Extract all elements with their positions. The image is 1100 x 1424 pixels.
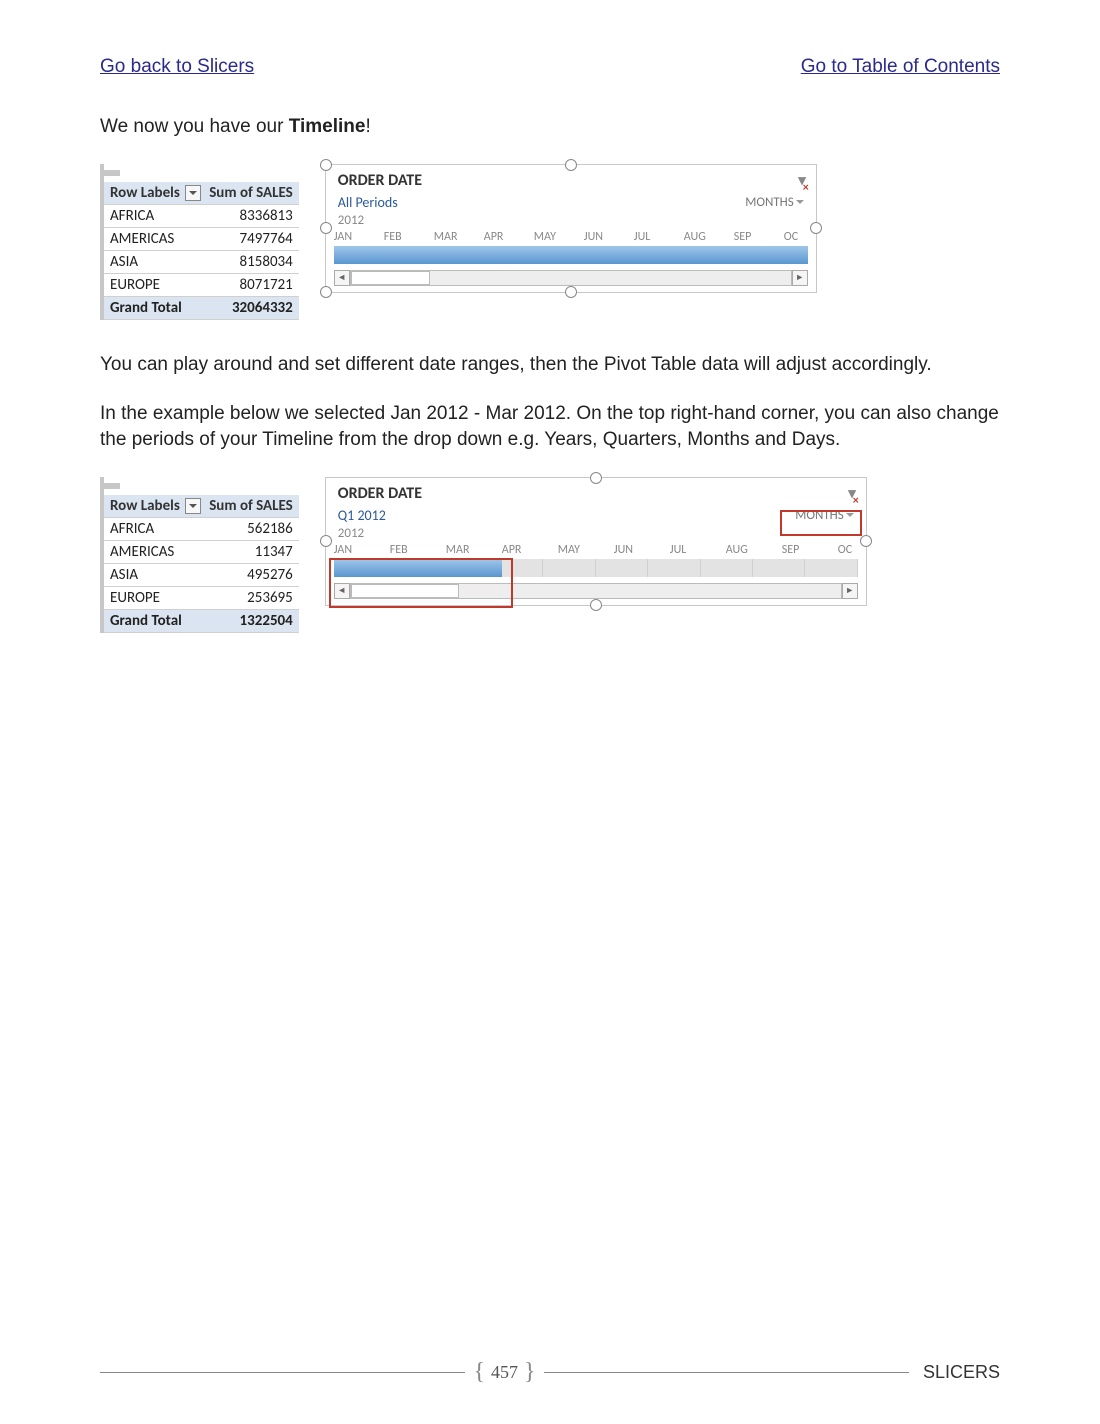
chevron-down-icon [846,513,854,521]
timeline1-selection[interactable] [334,246,808,264]
pivot-table-2: Row Labels Sum of SALES AFRICA562186 AME… [100,477,299,633]
pivot1-val: 8336813 [203,204,299,227]
pivot1-total-label: Grand Total [104,296,203,319]
timeline1-units-dropdown[interactable]: MONTHS [745,194,804,211]
footer-section: SLICERS [909,1362,1000,1383]
scroll-left-button[interactable]: ◄ [334,583,350,599]
timeline1-track[interactable] [334,246,808,264]
pivot1-col1: Row Labels [104,182,203,205]
clear-filter-icon[interactable]: ▾× [798,171,806,190]
pivot1-row: ASIA [104,250,203,273]
para2: You can play around and set different da… [100,352,1000,378]
chevron-down-icon [796,200,804,208]
timeline2-units-dropdown[interactable]: MONTHS [795,507,854,524]
pivot2-total-value: 1322504 [203,609,299,632]
timeline1-month-labels: JANFEBMARAPRMAYJUNJULAUGSEPOC [334,230,808,244]
intro-post: ! [365,116,370,137]
scrollbar-track[interactable] [350,270,792,286]
pivot1-total-value: 32064332 [203,296,299,319]
timeline2-track[interactable] [334,559,858,577]
pivot2-row: AMERICAS [104,540,203,563]
row-labels-dropdown-icon[interactable] [185,498,201,514]
resize-handle-icon[interactable] [320,159,332,171]
pivot2-col2: Sum of SALES [203,495,299,518]
screenshot-1: Row Labels Sum of SALES AFRICA8336813 AM… [100,164,1000,320]
pivot1-row: AFRICA [104,204,203,227]
resize-handle-icon[interactable] [590,599,602,611]
pivot2-val: 562186 [203,517,299,540]
timeline2-title: ORDER DATE [338,484,422,503]
intro-text: We now you have our Timeline! [100,114,1000,140]
pivot2-row: ASIA [104,563,203,586]
resize-handle-icon[interactable] [565,159,577,171]
pivot2-row: EUROPE [104,586,203,609]
timeline-2[interactable]: ORDER DATE ▾× Q1 2012 MONTHS 2012 JANFEB… [325,477,867,606]
timeline1-title: ORDER DATE [338,171,422,190]
scrollbar-thumb[interactable] [351,271,430,285]
scroll-right-button[interactable]: ► [792,270,808,286]
pivot-table-1: Row Labels Sum of SALES AFRICA8336813 AM… [100,164,299,320]
pivot1-val: 8071721 [203,273,299,296]
pivot1-val: 8158034 [203,250,299,273]
pivot2-val: 495276 [203,563,299,586]
row-labels-dropdown-icon[interactable] [185,185,201,201]
pivot2-total-label: Grand Total [104,609,203,632]
timeline1-period: All Periods [338,194,398,211]
resize-handle-icon[interactable] [320,222,332,234]
scrollbar-track[interactable] [350,583,842,599]
pivot2-val: 253695 [203,586,299,609]
scroll-left-button[interactable]: ◄ [334,270,350,286]
pivot2-row: AFRICA [104,517,203,540]
toc-link[interactable]: Go to Table of Contents [801,56,1000,78]
back-to-slicers-link[interactable]: Go back to Slicers [100,56,254,78]
pivot1-val: 7497764 [203,227,299,250]
pivot2-col1: Row Labels [104,495,203,518]
timeline-1[interactable]: ORDER DATE ▾× All Periods MONTHS 2012 JA… [325,164,817,293]
timeline1-year: 2012 [326,213,816,228]
timeline2-year: 2012 [326,526,866,541]
clear-filter-icon[interactable]: ▾× [848,484,856,503]
scrollbar-thumb[interactable] [351,584,459,598]
pivot2-val: 11347 [203,540,299,563]
resize-handle-icon[interactable] [320,286,332,298]
scroll-right-button[interactable]: ► [842,583,858,599]
intro-bold: Timeline [289,116,366,137]
resize-handle-icon[interactable] [590,472,602,484]
intro-pre: We now you have our [100,116,289,137]
pivot1-row: EUROPE [104,273,203,296]
page-number: 457 [485,1362,524,1383]
page-footer: { 457 } SLICERS [100,1359,1000,1386]
pivot1-row: AMERICAS [104,227,203,250]
para3: In the example below we selected Jan 201… [100,401,1000,452]
resize-handle-icon[interactable] [565,286,577,298]
screenshot-2: Row Labels Sum of SALES AFRICA562186 AME… [100,477,1000,633]
timeline2-period: Q1 2012 [338,507,386,524]
resize-handle-icon[interactable] [320,535,332,547]
pivot1-col2: Sum of SALES [203,182,299,205]
timeline2-month-labels: JANFEBMARAPRMAYJUNJULAUGSEPOC [334,543,858,557]
timeline2-selection[interactable] [334,559,502,577]
